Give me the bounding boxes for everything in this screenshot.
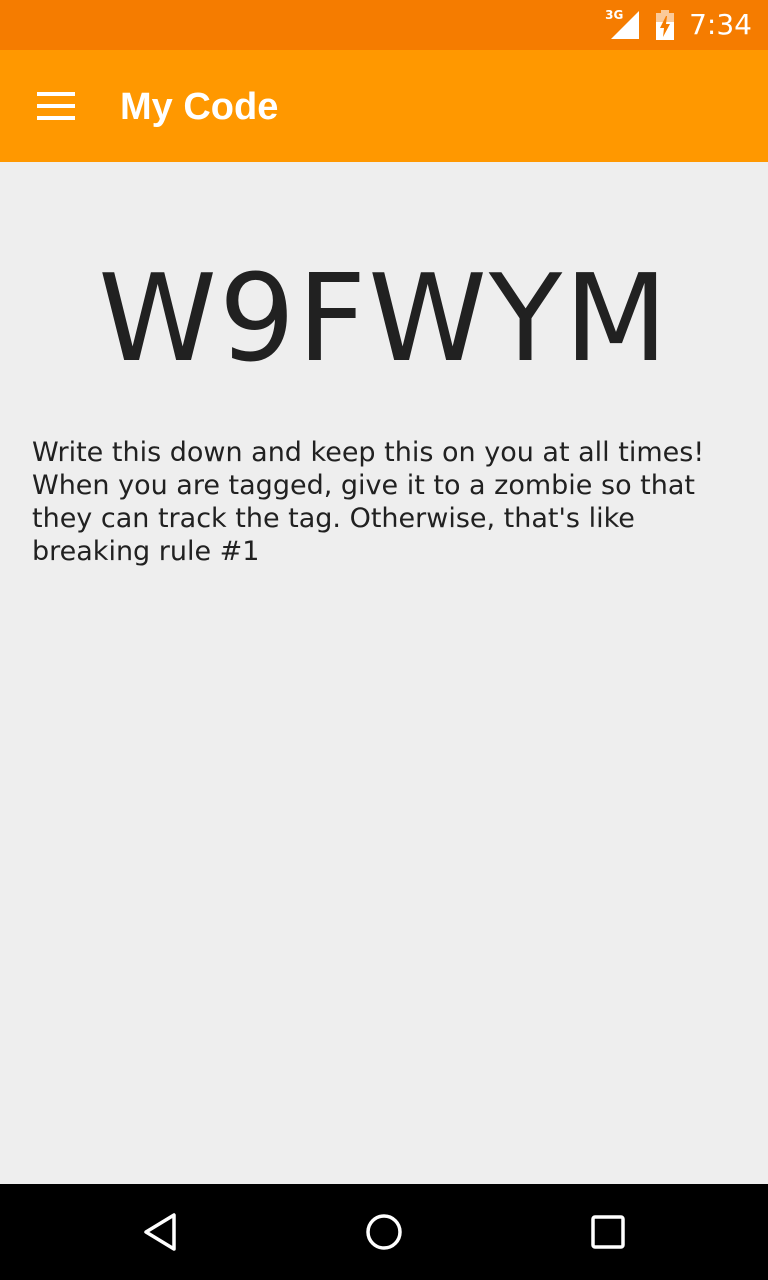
status-bar: 3G 7:34 [0,0,768,50]
instructions-text: Write this down and keep this on you at … [32,437,705,567]
recents-button[interactable] [560,1196,656,1268]
main-content: W9FWYM Write this down and keep this on … [0,162,768,1184]
back-button[interactable] [112,1196,208,1268]
clock: 7:34 [689,8,752,41]
signal-icon [611,11,640,39]
home-icon [366,1214,402,1250]
menu-button[interactable] [24,78,88,134]
navigation-bar [0,1184,768,1280]
home-button[interactable] [336,1196,432,1268]
player-code: W9FWYM [98,250,670,389]
status-icons: 3G 7:34 [605,0,752,50]
page-title: My Code [120,86,279,128]
recents-icon [591,1215,625,1249]
hamburger-menu-icon [37,92,75,120]
signal-indicator: 3G [605,9,641,41]
app-bar: My Code [0,50,768,162]
battery-charging-icon [656,10,675,40]
back-icon [144,1213,176,1251]
